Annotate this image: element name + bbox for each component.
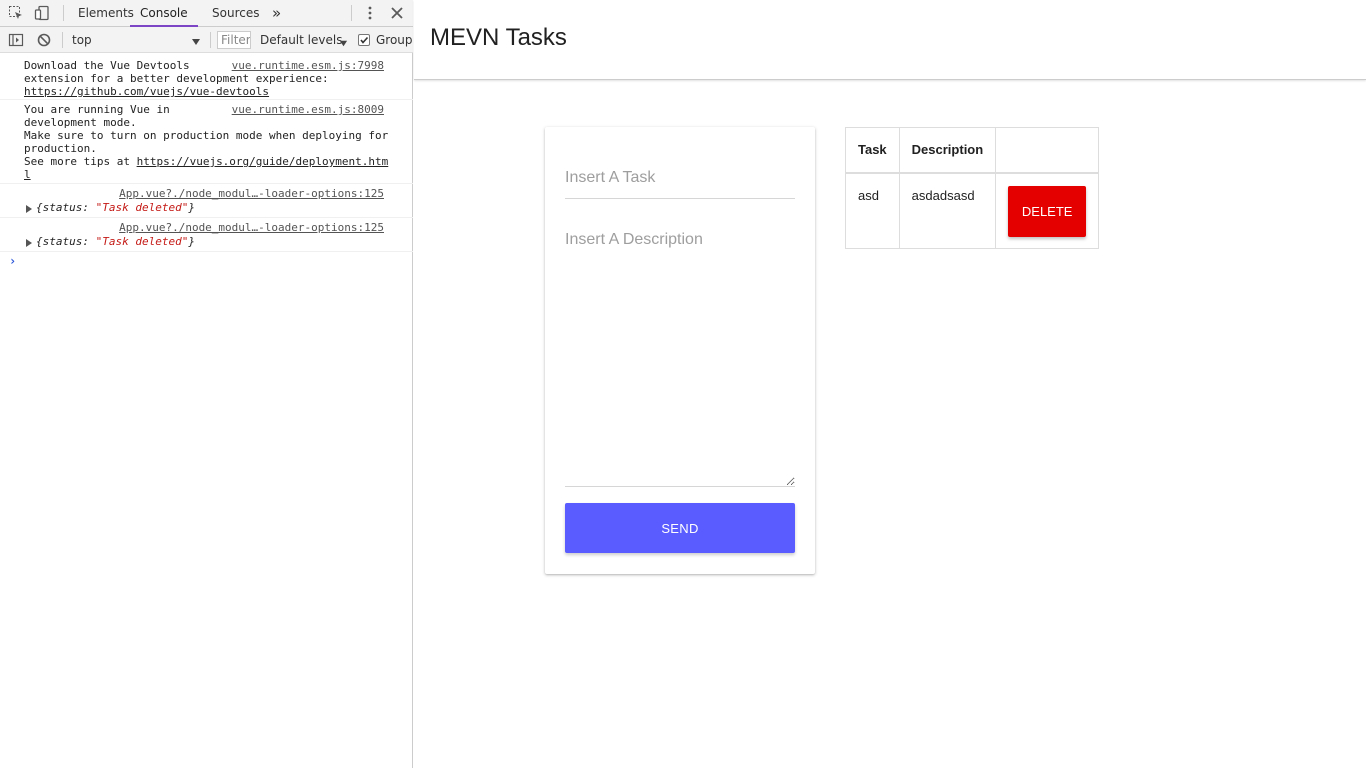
chevron-down-icon[interactable] xyxy=(191,34,201,45)
more-tabs-icon[interactable]: » xyxy=(272,0,281,27)
app-viewport: MEVN Tasks SEND Task Description asd asd… xyxy=(414,0,1366,768)
description-textarea[interactable] xyxy=(565,231,795,487)
message-text: development mode. xyxy=(24,116,137,129)
logged-object[interactable]: {status: "Task deleted"} xyxy=(36,201,195,214)
message-source-link[interactable]: vue.runtime.esm.js:7998 xyxy=(232,59,384,72)
devtools-link[interactable]: https://github.com/vuejs/vue-devtools xyxy=(24,85,269,98)
tip-prefix: See more tips at xyxy=(24,155,137,168)
group-similar-label: Group xyxy=(376,33,413,47)
navbar: MEVN Tasks xyxy=(414,0,1366,80)
table-row: asd asdadsasd DELETE xyxy=(845,172,1100,249)
show-sidebar-icon[interactable] xyxy=(8,32,24,48)
context-selector[interactable]: top xyxy=(72,27,92,53)
console-messages: Download the Vue Devtools vue.runtime.es… xyxy=(0,54,413,252)
logged-object[interactable]: {status: "Task deleted"} xyxy=(36,235,195,248)
deployment-link-wrap[interactable]: l xyxy=(24,168,31,181)
tabbar-divider xyxy=(63,5,64,21)
send-button[interactable]: SEND xyxy=(565,503,795,553)
object-value: "Task deleted" xyxy=(95,201,189,214)
message-source-link[interactable]: vue.runtime.esm.js:8009 xyxy=(232,103,384,116)
brand-title[interactable]: MEVN Tasks xyxy=(430,24,567,52)
clear-console-icon[interactable] xyxy=(36,32,52,48)
message-source-link[interactable]: App.vue?./node_modul…-loader-options:125 xyxy=(119,221,384,234)
console-message: App.vue?./node_modul…-loader-options:125… xyxy=(0,184,413,218)
tasks-table: Task Description asd asdadsasd DELETE xyxy=(845,127,1100,249)
tab-sources[interactable]: Sources xyxy=(212,0,259,27)
group-similar-checkbox[interactable] xyxy=(358,34,370,46)
object-value: "Task deleted" xyxy=(95,235,189,248)
close-icon[interactable] xyxy=(389,5,405,21)
tab-elements[interactable]: Elements xyxy=(78,0,134,27)
task-cell: asd xyxy=(845,172,900,249)
toolbar-divider xyxy=(210,32,211,48)
delete-button[interactable]: DELETE xyxy=(1008,185,1087,237)
deployment-link[interactable]: https://vuejs.org/guide/deployment.htm xyxy=(137,155,389,168)
message-source-link[interactable]: App.vue?./node_modul…-loader-options:125 xyxy=(119,187,384,200)
message-text: extension for a better development exper… xyxy=(24,72,329,85)
object-key: status xyxy=(42,201,83,214)
table-header-row: Task Description xyxy=(845,127,1100,174)
tab-console[interactable]: Console xyxy=(130,0,198,27)
device-toolbar-icon[interactable] xyxy=(34,5,50,21)
toolbar-divider xyxy=(62,32,63,48)
object-key: status xyxy=(42,235,83,248)
message-text: production. xyxy=(24,142,97,155)
tabbar-divider xyxy=(351,5,352,21)
actions-cell: DELETE xyxy=(995,172,1100,249)
message-text: Make sure to turn on production mode whe… xyxy=(24,129,389,142)
devtools-tabbar: Elements Console Sources » xyxy=(0,0,413,27)
console-message: App.vue?./node_modul…-loader-options:125… xyxy=(0,218,413,252)
task-form-card: SEND xyxy=(545,127,815,574)
kebab-menu-icon[interactable] xyxy=(362,5,378,21)
console-toolbar: top Filter Default levels Group xyxy=(0,27,413,53)
task-input[interactable] xyxy=(565,157,795,199)
devtools-panel: Elements Console Sources » top Filter De… xyxy=(0,0,413,768)
column-header-description: Description xyxy=(898,127,997,174)
message-text: Download the Vue Devtools xyxy=(24,59,190,72)
column-header-actions xyxy=(995,127,1100,174)
expand-arrow-icon[interactable] xyxy=(25,237,33,247)
console-prompt[interactable]: › xyxy=(9,254,16,268)
expand-arrow-icon[interactable] xyxy=(25,203,33,213)
message-text: You are running Vue in xyxy=(24,103,170,116)
column-header-task: Task xyxy=(845,127,900,174)
chevron-down-icon[interactable] xyxy=(339,35,348,47)
log-levels-dropdown[interactable]: Default levels xyxy=(260,27,342,53)
inspect-element-icon[interactable] xyxy=(8,5,24,21)
console-message: You are running Vue in vue.runtime.esm.j… xyxy=(0,100,413,184)
filter-input[interactable]: Filter xyxy=(217,31,251,49)
message-tip: See more tips at https://vuejs.org/guide… xyxy=(24,155,388,168)
console-message: Download the Vue Devtools vue.runtime.es… xyxy=(0,54,413,100)
description-cell: asdadsasd xyxy=(898,172,997,249)
